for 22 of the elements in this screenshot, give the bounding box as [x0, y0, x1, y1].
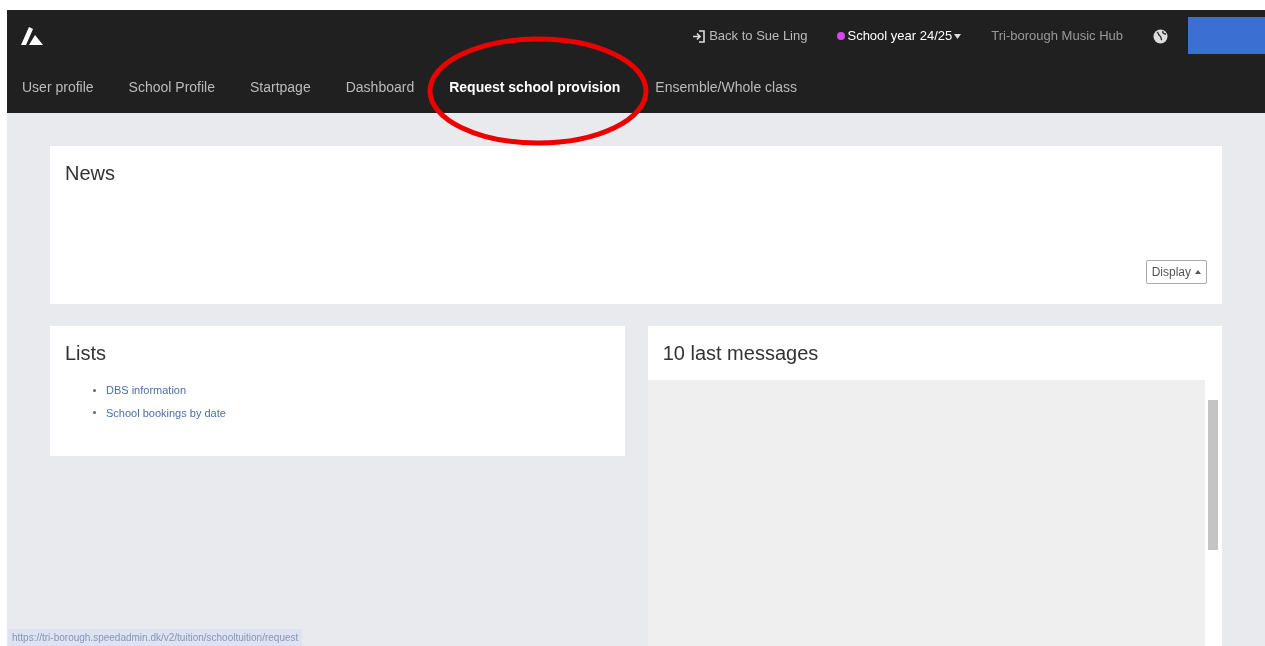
organisation-name: Tri-borough Music Hub: [991, 27, 1123, 46]
nav-tab[interactable]: Dashboard: [345, 77, 415, 98]
nav-tab[interactable]: User profile: [22, 77, 94, 98]
globe-icon[interactable]: [1153, 28, 1168, 44]
bullet-icon: [93, 388, 96, 392]
bullet-icon: [93, 411, 96, 415]
nav-tab[interactable]: School Profile: [128, 77, 215, 98]
panel-title: News: [65, 161, 116, 186]
panel-title: Lists: [65, 342, 107, 364]
school-year-dropdown[interactable]: School year 24/25: [837, 26, 962, 46]
list-link[interactable]: School bookings by date: [106, 404, 226, 421]
nav-tab[interactable]: Startpage: [250, 77, 311, 98]
list-link[interactable]: DBS information: [106, 382, 187, 399]
caret-icon: [954, 33, 962, 39]
nav-tab[interactable]: Request school provision: [449, 77, 621, 98]
panel-title: 10 last messages: [661, 341, 820, 366]
caret-up-icon: [1195, 270, 1201, 274]
back-link[interactable]: Back to Sue Ling: [692, 26, 808, 46]
display-button[interactable]: Display: [1145, 260, 1207, 284]
nav-tab[interactable]: Ensemble/Whole class: [655, 77, 797, 98]
status-url: https://tri-borough.speedadmin.dk/v2/tuition/schooltuition/request: [8, 629, 303, 646]
sign-in-icon: [692, 29, 706, 43]
